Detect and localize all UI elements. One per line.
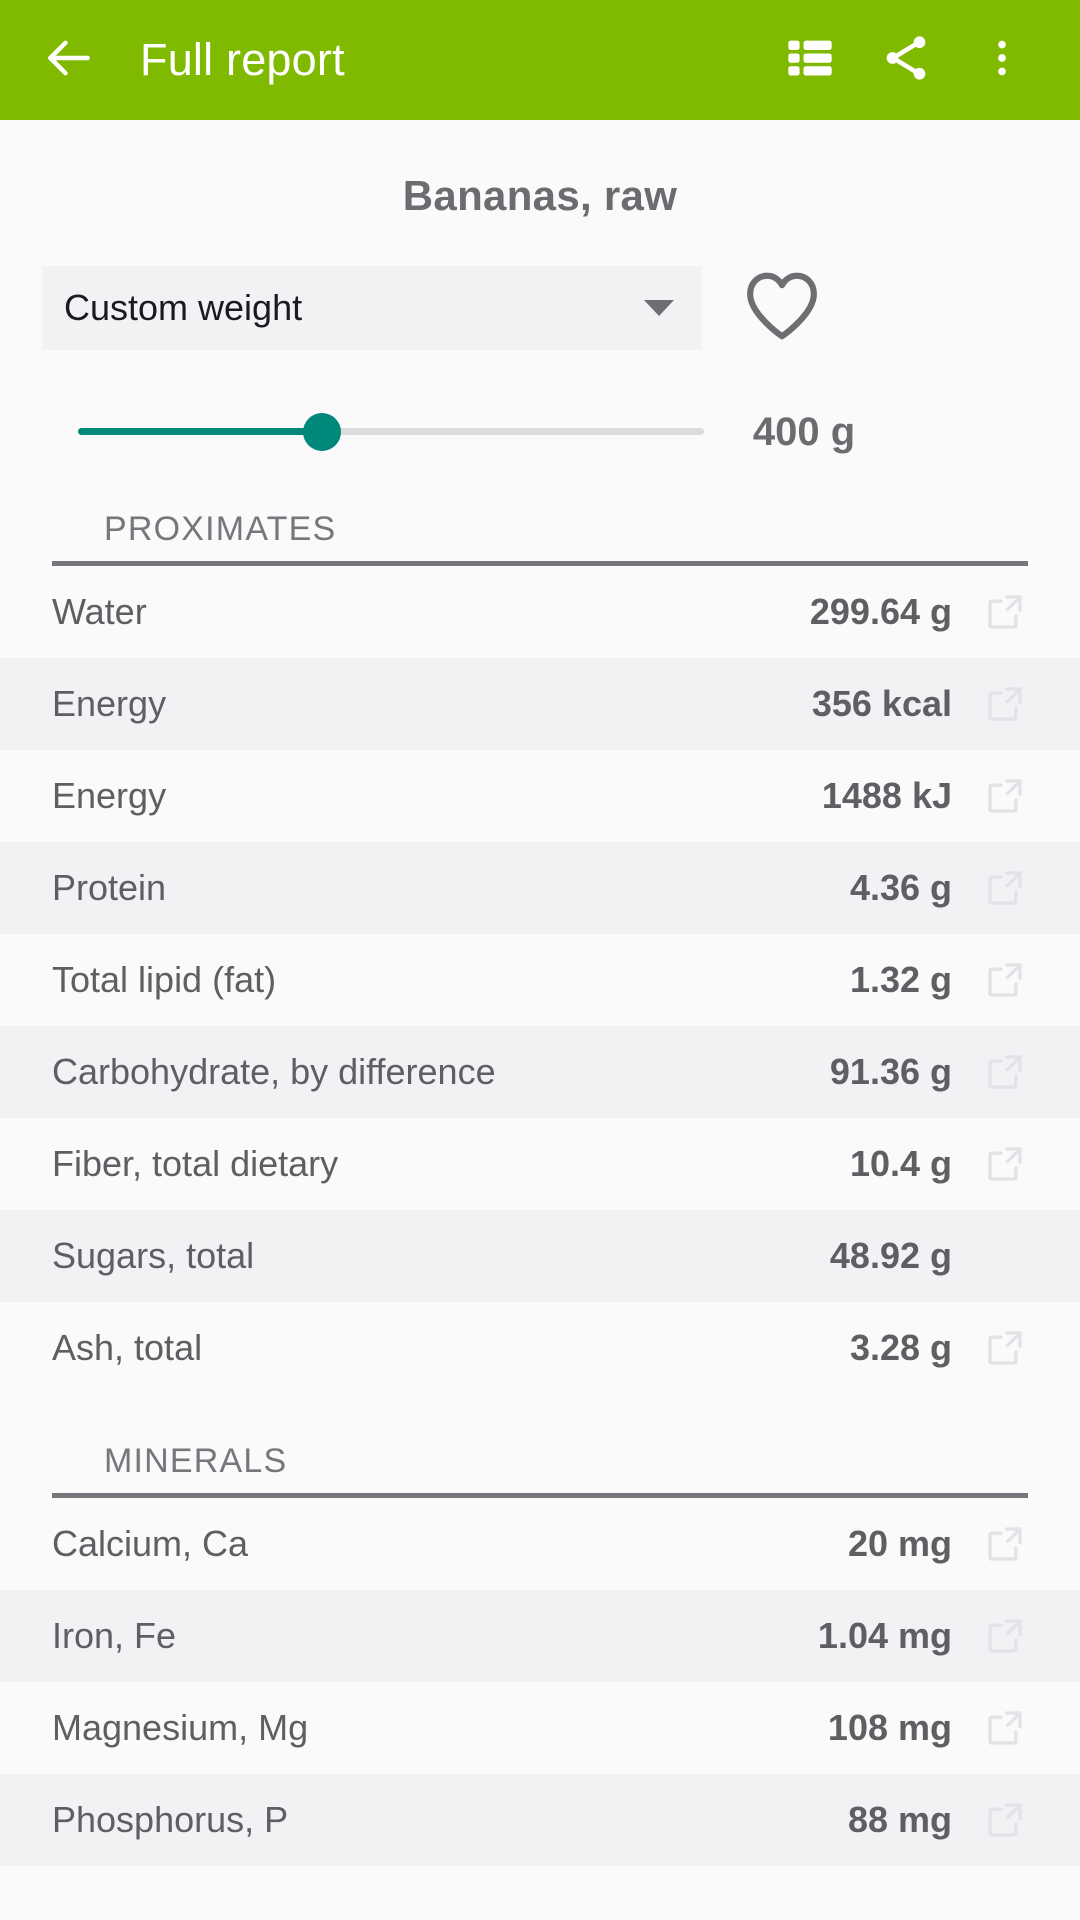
nutrient-label: Iron, Fe: [52, 1615, 177, 1656]
nutrient-value: 1488 kJ: [821, 775, 952, 816]
nutrient-label: Sugars, total: [52, 1235, 255, 1276]
nutrient-row[interactable]: Calcium, Ca 20 mg: [0, 1498, 1080, 1590]
nutrient-row[interactable]: Phosphorus, P 88 mg: [0, 1774, 1080, 1866]
portion-selector-row: Custom weight: [0, 266, 1080, 350]
nutrient-section: PROXIMATES Water 299.64 g Energy 356 kcal Ene…: [0, 510, 1080, 1394]
nutrient-value: 4.36 g: [849, 867, 952, 908]
open-in-new-icon[interactable]: [982, 1325, 1028, 1371]
nutrient-row[interactable]: Magnesium, Mg 108 mg: [0, 1682, 1080, 1774]
nutrient-label: Energy: [52, 683, 167, 724]
nutrient-row[interactable]: Water 299.64 g: [0, 566, 1080, 658]
share-icon: [879, 31, 933, 90]
nutrient-label: Ash, total: [52, 1327, 203, 1368]
slider-value-label: 400 g: [752, 409, 856, 454]
share-button[interactable]: [858, 12, 954, 108]
nutrient-value: 3.28 g: [849, 1327, 952, 1368]
nutrient-value: 10.4 g: [849, 1143, 952, 1184]
favorite-button[interactable]: [702, 270, 862, 347]
arrow-left-icon: [41, 30, 97, 91]
nutrient-row[interactable]: Iron, Fe 1.04 mg: [0, 1590, 1080, 1682]
nutrient-row[interactable]: Energy 1488 kJ: [0, 750, 1080, 842]
chevron-down-icon: [644, 300, 674, 316]
nutrient-label: Energy: [52, 775, 167, 816]
nutrient-label: Fiber, total dietary: [52, 1143, 339, 1184]
open-in-new-icon[interactable]: [982, 773, 1028, 819]
open-in-new-icon[interactable]: [982, 681, 1028, 727]
nutrient-row[interactable]: Ash, total 3.28 g: [0, 1302, 1080, 1394]
nutrient-value: 20 mg: [847, 1523, 952, 1564]
nutrient-value: 88 mg: [847, 1799, 952, 1840]
nutrient-label: Calcium, Ca: [52, 1523, 249, 1564]
open-in-new-icon: [982, 1233, 1028, 1279]
nutrient-label: Water: [52, 591, 147, 632]
nutrient-label: Total lipid (fat): [52, 959, 277, 1000]
open-in-new-icon[interactable]: [982, 1705, 1028, 1751]
nutrient-row[interactable]: Total lipid (fat) 1.32 g: [0, 934, 1080, 1026]
nutrient-value: 1.04 mg: [817, 1615, 952, 1656]
app-bar: Full report: [0, 0, 1080, 120]
nutrient-label: Carbohydrate, by difference: [52, 1051, 496, 1092]
portion-dropdown[interactable]: Custom weight: [42, 266, 702, 350]
report-content: Bananas, raw Custom weight 400 g PROXIMA…: [0, 120, 1080, 1866]
list-view-button[interactable]: [762, 12, 858, 108]
nutrient-value: 299.64 g: [809, 591, 952, 632]
open-in-new-icon[interactable]: [982, 1797, 1028, 1843]
weight-slider-row: 400 g: [0, 402, 1080, 462]
nutrient-row[interactable]: Fiber, total dietary 10.4 g: [0, 1118, 1080, 1210]
open-in-new-icon[interactable]: [982, 1141, 1028, 1187]
nutrient-label: Phosphorus, P: [52, 1799, 289, 1840]
nutrient-label: Magnesium, Mg: [52, 1707, 309, 1748]
open-in-new-icon[interactable]: [982, 1613, 1028, 1659]
page-title: Full report: [140, 34, 345, 85]
nutrient-value: 48.92 g: [829, 1235, 952, 1276]
nutrient-row[interactable]: Energy 356 kcal: [0, 658, 1080, 750]
slider-thumb[interactable]: [303, 413, 342, 451]
open-in-new-icon[interactable]: [982, 589, 1028, 635]
open-in-new-icon[interactable]: [982, 957, 1028, 1003]
nutrient-label: Protein: [52, 867, 167, 908]
weight-slider[interactable]: [78, 402, 704, 462]
overflow-menu-button[interactable]: [954, 12, 1050, 108]
open-in-new-icon[interactable]: [982, 1521, 1028, 1567]
nutrient-row[interactable]: Sugars, total 48.92 g: [0, 1210, 1080, 1302]
nutrient-value: 1.32 g: [849, 959, 952, 1000]
overflow-menu-icon: [979, 35, 1025, 86]
nutrient-value: 356 kcal: [811, 683, 952, 724]
list-view-icon: [784, 32, 836, 89]
section-header: MINERALS: [52, 1442, 1028, 1498]
open-in-new-icon[interactable]: [982, 865, 1028, 911]
heart-outline-icon: [743, 270, 821, 347]
food-name: Bananas, raw: [402, 172, 678, 219]
back-button[interactable]: [30, 21, 108, 99]
app-bar-actions: [762, 12, 1050, 108]
section-header: PROXIMATES: [52, 510, 1028, 566]
open-in-new-icon[interactable]: [982, 1049, 1028, 1095]
nutrient-sections: PROXIMATES Water 299.64 g Energy 356 kcal Ene…: [0, 510, 1080, 1866]
nutrient-value: 91.36 g: [829, 1051, 952, 1092]
portion-dropdown-value: Custom weight: [64, 287, 303, 328]
nutrient-row[interactable]: Carbohydrate, by difference 91.36 g: [0, 1026, 1080, 1118]
nutrient-section: MINERALS Calcium, Ca 20 mg Iron, Fe 1.04 mg M…: [0, 1442, 1080, 1866]
nutrient-row[interactable]: Protein 4.36 g: [0, 842, 1080, 934]
slider-fill: [78, 428, 323, 435]
nutrient-value: 108 mg: [827, 1707, 952, 1748]
